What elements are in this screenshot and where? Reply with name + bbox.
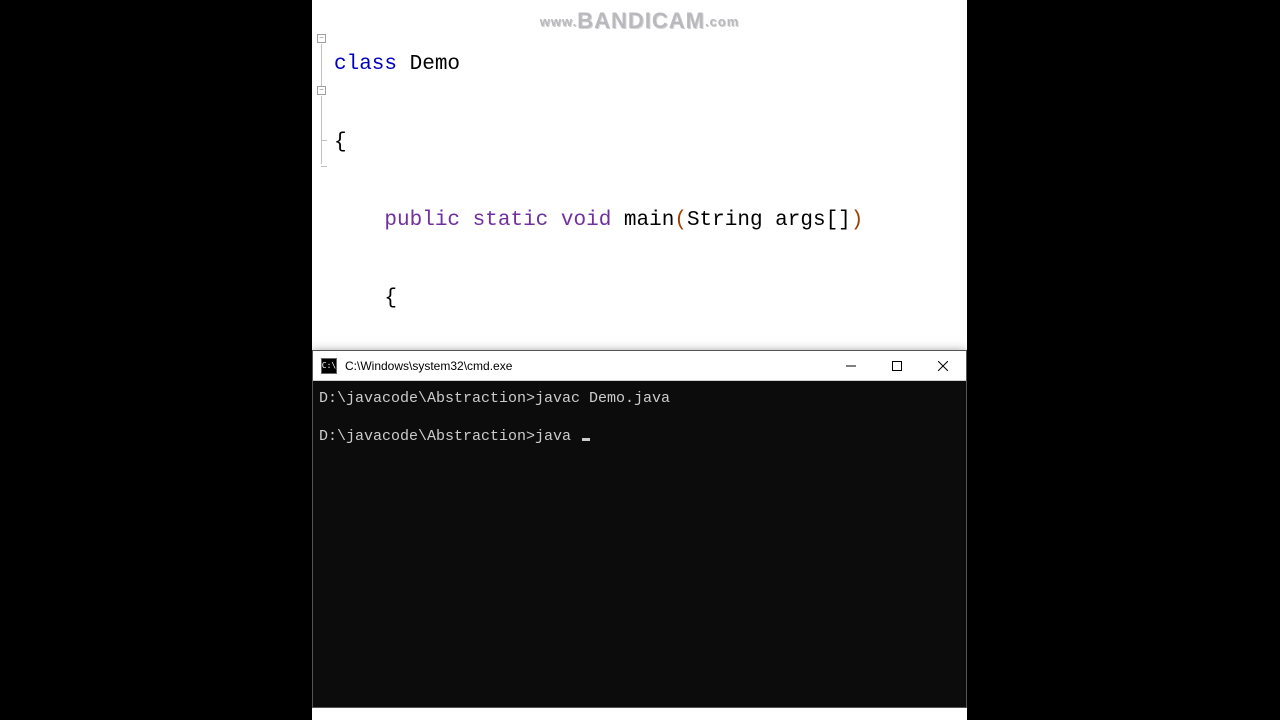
code-line: {	[334, 130, 967, 156]
fold-toggle-icon[interactable]: −	[317, 86, 326, 95]
fold-gutter: − −	[312, 0, 332, 350]
minimize-icon	[846, 361, 856, 371]
cmd-titlebar[interactable]: C:\ C:\Windows\system32\cmd.exe	[313, 351, 966, 381]
code-area[interactable]: class Demo { public static void main(Str…	[332, 0, 967, 350]
cmd-cursor	[582, 438, 590, 441]
bottom-strip	[312, 708, 967, 720]
cmd-line: D:\javacode\Abstraction>javac Demo.java	[319, 390, 670, 407]
maximize-button[interactable]	[874, 351, 920, 381]
cmd-icon: C:\	[321, 358, 337, 374]
cmd-line: D:\javacode\Abstraction>java	[319, 428, 580, 445]
code-line: class Demo	[334, 52, 967, 78]
cmd-title: C:\Windows\system32\cmd.exe	[345, 359, 828, 373]
minimize-button[interactable]	[828, 351, 874, 381]
fold-toggle-icon[interactable]: −	[317, 34, 326, 43]
close-button[interactable]	[920, 351, 966, 381]
cmd-window: C:\ C:\Windows\system32\cmd.exe D:\javac…	[312, 350, 967, 708]
code-editor[interactable]: − − class Demo { public static void main…	[312, 0, 967, 350]
cmd-body[interactable]: D:\javacode\Abstraction>javac Demo.java …	[313, 381, 966, 454]
close-icon	[938, 361, 948, 371]
code-line: public static void main(String args[])	[334, 208, 967, 234]
code-line: {	[334, 286, 967, 312]
maximize-icon	[892, 361, 902, 371]
